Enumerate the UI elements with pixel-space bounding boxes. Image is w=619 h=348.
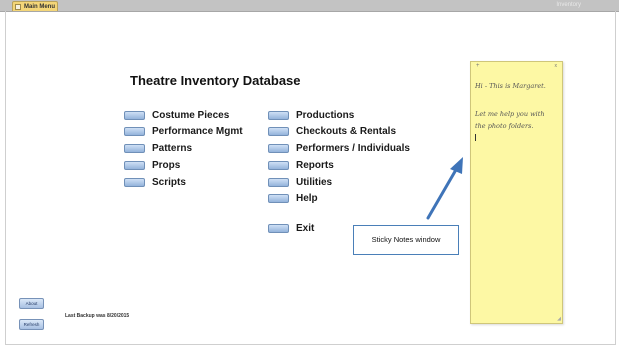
sticky-notes-callout: Sticky Notes window: [353, 225, 459, 255]
callout-arrow-icon: [426, 157, 463, 220]
